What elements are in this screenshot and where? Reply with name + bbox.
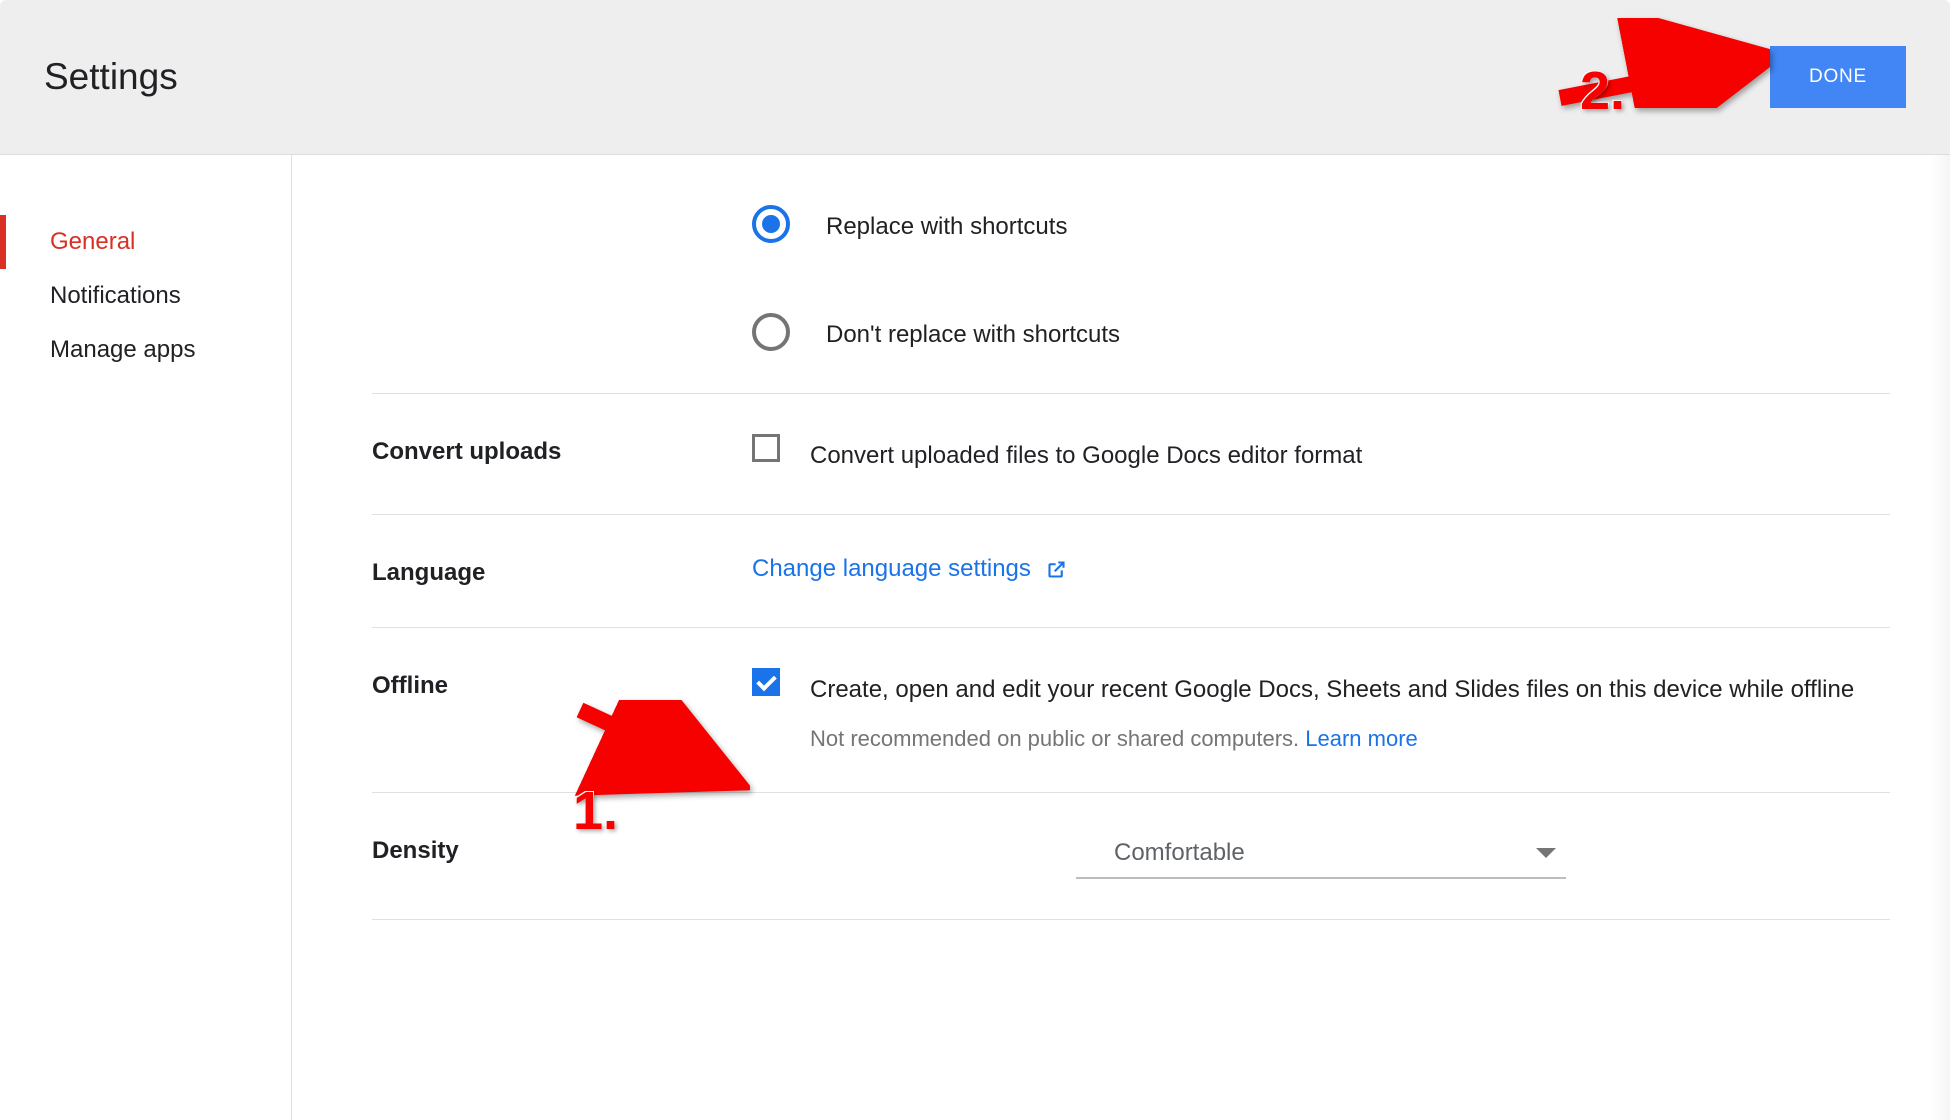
offline-subtext: Not recommended on public or shared comp… <box>810 726 1854 752</box>
convert-uploads-label: Convert uploads <box>372 434 752 466</box>
change-language-link[interactable]: Change language settings <box>752 555 1067 582</box>
learn-more-link[interactable]: Learn more <box>1305 726 1418 751</box>
radio-dont-replace-shortcuts[interactable]: Don't replace with shortcuts <box>752 313 1890 353</box>
density-dropdown[interactable]: Comfortable <box>1076 833 1566 879</box>
chevron-down-icon <box>1536 848 1556 858</box>
sidebar-item-notifications[interactable]: Notifications <box>0 269 291 323</box>
section-convert-uploads: Convert uploads Convert uploaded files t… <box>372 394 1890 515</box>
settings-header: Settings DONE <box>0 0 1950 155</box>
shortcuts-label <box>372 205 752 209</box>
checkbox-convert-uploads[interactable]: Convert uploaded files to Google Docs ed… <box>752 434 1890 474</box>
offline-label: Offline <box>372 668 752 700</box>
section-shortcuts: Replace with shortcuts Don't replace wit… <box>372 195 1890 394</box>
external-link-icon <box>1046 559 1067 580</box>
section-offline: Offline Create, open and edit your recen… <box>372 628 1890 793</box>
scrollbar-shadow <box>1930 155 1950 1120</box>
section-language: Language Change language settings <box>372 515 1890 628</box>
settings-sidebar: General Notifications Manage apps <box>0 155 292 1120</box>
body-area: General Notifications Manage apps Replac… <box>0 155 1950 1120</box>
checkbox-icon[interactable] <box>752 668 780 696</box>
section-density: Density Comfortable <box>372 793 1890 920</box>
done-button[interactable]: DONE <box>1770 46 1906 108</box>
radio-icon[interactable] <box>752 313 790 351</box>
settings-content: Replace with shortcuts Don't replace wit… <box>292 155 1950 1120</box>
language-label: Language <box>372 555 752 587</box>
checkbox-offline[interactable]: Create, open and edit your recent Google… <box>752 668 1890 752</box>
page-title: Settings <box>44 56 178 98</box>
density-label: Density <box>372 833 752 865</box>
sidebar-item-manage-apps[interactable]: Manage apps <box>0 323 291 377</box>
radio-icon[interactable] <box>752 205 790 243</box>
radio-replace-shortcuts[interactable]: Replace with shortcuts <box>752 205 1890 245</box>
sidebar-item-general[interactable]: General <box>0 215 291 269</box>
checkbox-icon[interactable] <box>752 434 780 462</box>
